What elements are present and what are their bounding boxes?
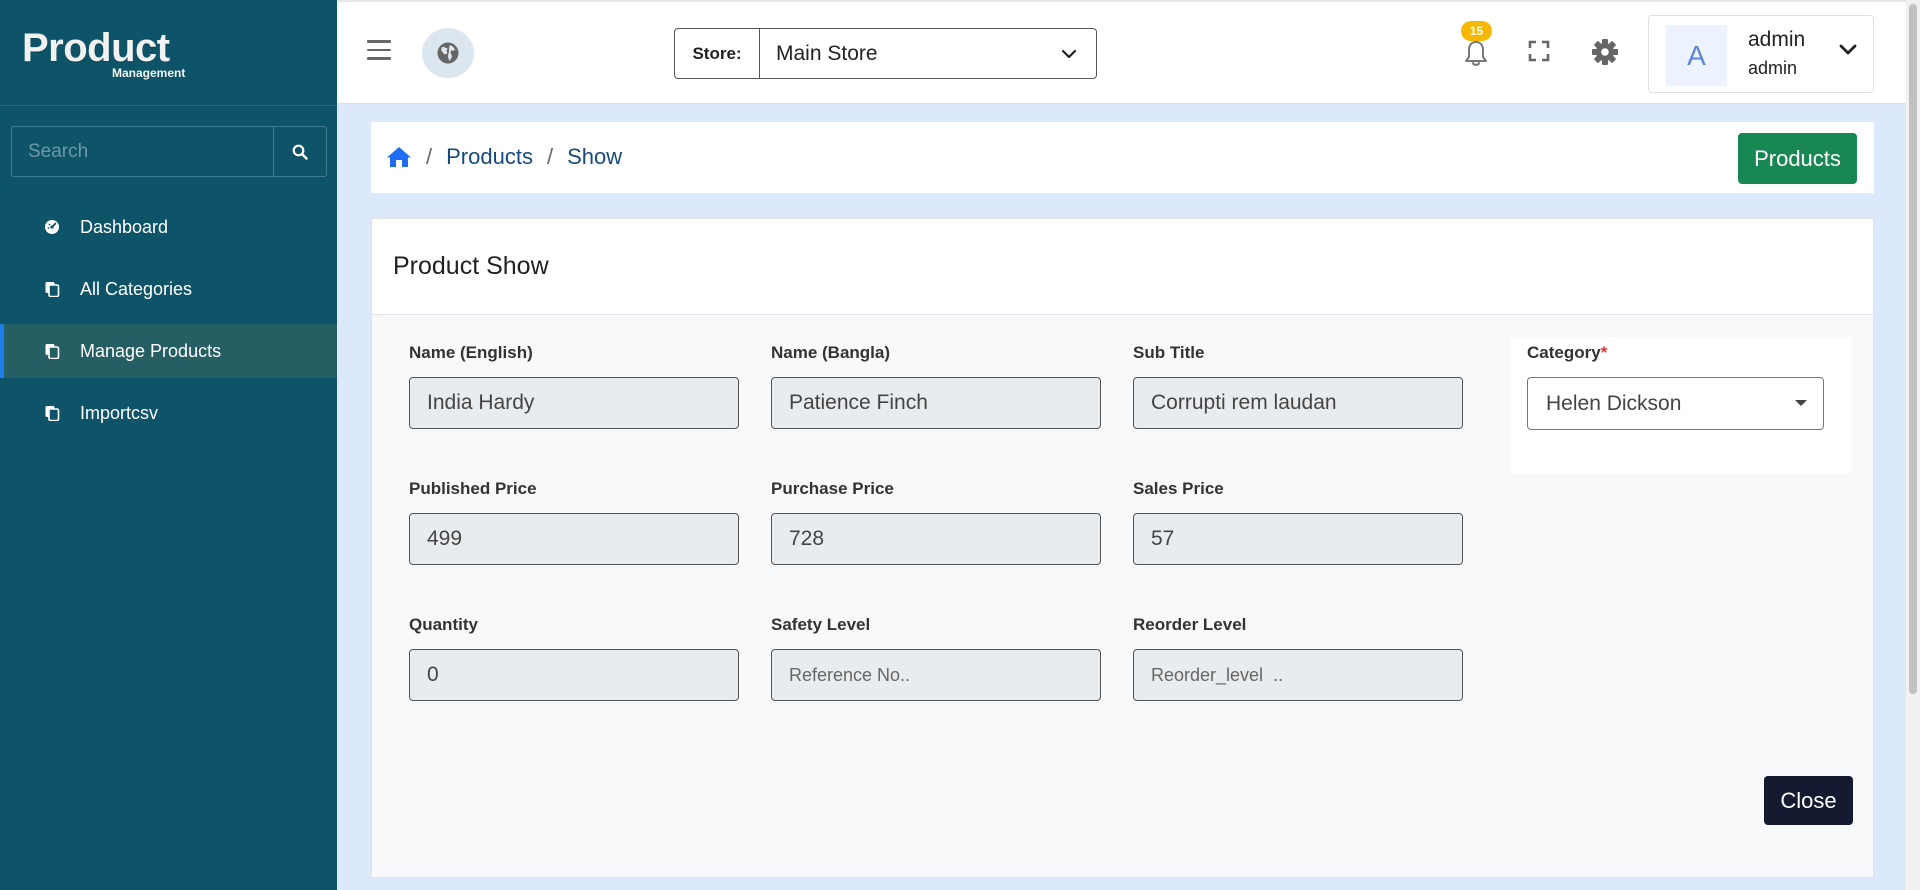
globe-button[interactable] bbox=[422, 28, 474, 78]
category-label-text: Category bbox=[1527, 343, 1601, 362]
card-header: Product Show bbox=[372, 219, 1873, 315]
published-price-field[interactable] bbox=[409, 513, 739, 565]
sidebar-item-label: Importcsv bbox=[80, 402, 159, 423]
scrollbar-thumb[interactable] bbox=[1909, 4, 1917, 694]
breadcrumb-item-show: Show bbox=[567, 144, 623, 169]
chevron-down-icon bbox=[1042, 29, 1096, 78]
safety-level-label: Safety Level bbox=[771, 615, 871, 634]
user-name: admin bbox=[1748, 28, 1806, 51]
user-role: admin bbox=[1748, 58, 1798, 78]
reorder-level-field[interactable] bbox=[1133, 649, 1463, 701]
page-title: Product Show bbox=[393, 252, 549, 280]
sidebar: Product Management Dashboard bbox=[0, 0, 337, 890]
logo-title: Product bbox=[22, 26, 170, 70]
name-bangla-field[interactable] bbox=[771, 377, 1101, 429]
gear-icon[interactable] bbox=[1591, 38, 1619, 66]
search-button[interactable] bbox=[273, 127, 326, 176]
avatar: A bbox=[1666, 25, 1727, 86]
category-value: Helen Dickson bbox=[1546, 391, 1682, 415]
products-button[interactable]: Products bbox=[1738, 133, 1857, 184]
sidebar-item-importcsv[interactable]: Importcsv bbox=[0, 386, 337, 440]
sidebar-search bbox=[11, 126, 327, 177]
sidebar-item-label: All Categories bbox=[80, 278, 193, 299]
required-mark: * bbox=[1600, 343, 1608, 362]
top-header: Store: Main Store 15 A admin admin bbox=[337, 0, 1920, 104]
sales-price-label: Sales Price bbox=[1133, 479, 1224, 498]
breadcrumb-bar: / Products / Show Products bbox=[371, 122, 1874, 193]
purchase-price-label: Purchase Price bbox=[771, 479, 894, 498]
home-icon[interactable] bbox=[386, 145, 412, 169]
sidebar-divider bbox=[0, 105, 337, 106]
sidebar-nav: Dashboard All Categories Manage Products bbox=[0, 200, 337, 448]
name-bangla-label: Name (Bangla) bbox=[771, 343, 891, 362]
notification-badge: 15 bbox=[1461, 21, 1492, 41]
purchase-price-field[interactable] bbox=[771, 513, 1101, 565]
quantity-field[interactable] bbox=[409, 649, 739, 701]
store-select[interactable]: Store: Main Store bbox=[674, 28, 1097, 79]
store-value: Main Store bbox=[776, 41, 878, 65]
sub-title-field[interactable] bbox=[1133, 377, 1463, 429]
chevron-down-icon bbox=[1839, 44, 1857, 55]
sidebar-item-label: Manage Products bbox=[80, 340, 222, 361]
breadcrumb-separator: / bbox=[426, 144, 433, 169]
copy-icon bbox=[43, 342, 61, 360]
page-scrollbar[interactable] bbox=[1906, 0, 1920, 890]
copy-icon bbox=[43, 404, 61, 422]
quantity-label: Quantity bbox=[409, 615, 478, 634]
product-show-card: Product Show Name (English) Name (Bangla… bbox=[371, 218, 1874, 878]
sidebar-item-dashboard[interactable]: Dashboard bbox=[0, 200, 337, 254]
app-logo[interactable]: Product Management bbox=[22, 26, 185, 80]
fullscreen-icon[interactable] bbox=[1527, 39, 1551, 63]
sales-price-field[interactable] bbox=[1133, 513, 1463, 565]
sidebar-item-all-categories[interactable]: All Categories bbox=[0, 262, 337, 316]
user-menu[interactable]: A admin admin bbox=[1648, 15, 1874, 93]
dashboard-icon bbox=[43, 218, 61, 236]
search-input[interactable] bbox=[12, 127, 273, 176]
close-button[interactable]: Close bbox=[1764, 776, 1853, 825]
logo-subtitle: Management bbox=[112, 66, 186, 80]
menu-toggle-icon[interactable] bbox=[367, 40, 391, 60]
name-english-field[interactable] bbox=[409, 377, 739, 429]
globe-icon bbox=[437, 42, 459, 64]
search-icon bbox=[292, 144, 308, 160]
breadcrumb-separator: / bbox=[546, 144, 554, 169]
caret-down-icon bbox=[1795, 400, 1807, 406]
sidebar-item-manage-products[interactable]: Manage Products bbox=[0, 324, 337, 378]
reorder-level-label: Reorder Level bbox=[1133, 615, 1247, 634]
breadcrumb: / Products / Show bbox=[386, 144, 622, 170]
copy-icon bbox=[43, 280, 61, 298]
sub-title-label: Sub Title bbox=[1133, 343, 1205, 362]
published-price-label: Published Price bbox=[409, 479, 537, 498]
name-english-label: Name (English) bbox=[409, 343, 533, 362]
category-panel: Category* Helen Dickson bbox=[1511, 337, 1852, 473]
sidebar-item-label: Dashboard bbox=[80, 216, 169, 237]
category-select[interactable]: Helen Dickson bbox=[1527, 377, 1824, 430]
safety-level-field[interactable] bbox=[771, 649, 1101, 701]
category-label: Category* bbox=[1527, 343, 1607, 363]
store-label: Store: bbox=[675, 29, 760, 78]
breadcrumb-item-products[interactable]: Products bbox=[446, 144, 533, 170]
bell-icon[interactable] bbox=[1462, 38, 1490, 68]
